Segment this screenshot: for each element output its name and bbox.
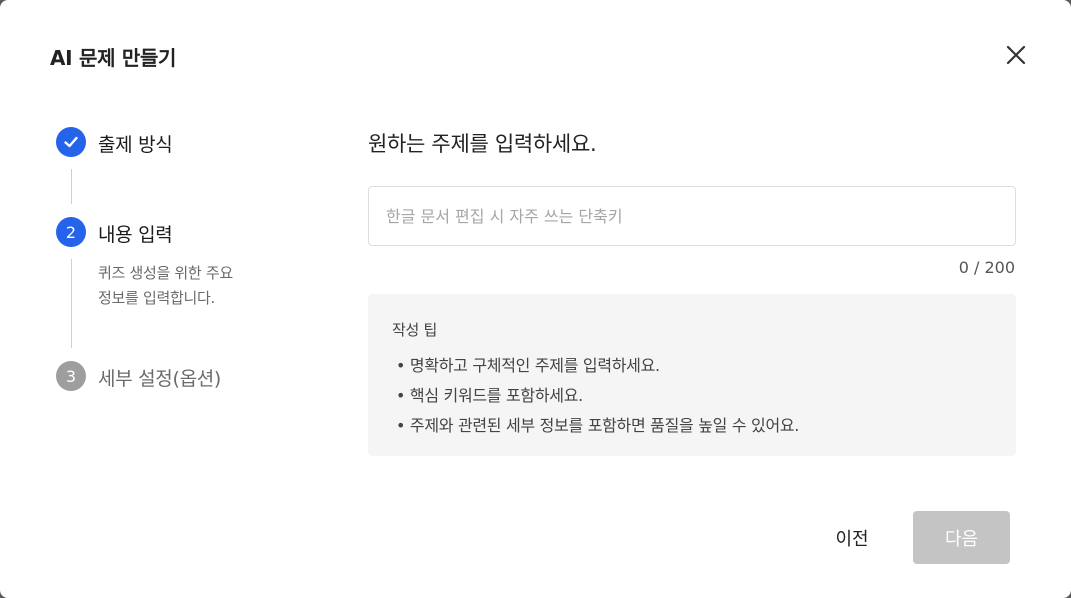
check-icon: [64, 136, 78, 148]
tips-title: 작성 팁: [392, 321, 437, 339]
next-button[interactable]: 다음: [913, 511, 1010, 564]
previous-button[interactable]: 이전: [818, 512, 886, 564]
step-3-label: 세부 설정(옵션): [98, 368, 222, 390]
tip-item: • 명확하고 구체적인 주제를 입력하세요.: [396, 356, 660, 375]
step-2-number-badge: 2: [56, 217, 86, 247]
close-button[interactable]: [1002, 41, 1030, 69]
tip-item: • 핵심 키워드를 포함하세요.: [396, 386, 583, 405]
writing-tips-box: 작성 팁 • 명확하고 구체적인 주제를 입력하세요. • 핵심 키워드를 포함…: [368, 294, 1016, 456]
step-3-number-badge: 3: [56, 361, 86, 391]
character-counter: 0 / 200: [958, 258, 1015, 277]
topic-prompt-heading: 원하는 주제를 입력하세요.: [368, 132, 597, 156]
tip-item: • 주제와 관련된 세부 정보를 포함하면 품질을 높일 수 있어요.: [396, 416, 800, 435]
step-2-label: 내용 입력: [98, 224, 173, 246]
step-2-description: 퀴즈 생성을 위한 주요 정보를 입력합니다.: [98, 261, 233, 311]
close-icon: [1006, 45, 1026, 65]
step-1-check-badge: [56, 127, 86, 157]
step-2-description-line-2: 정보를 입력합니다.: [98, 289, 215, 307]
step-1-label: 출제 방식: [98, 134, 173, 156]
modal-title: AI 문제 만들기: [50, 46, 177, 70]
step-2-description-line-1: 퀴즈 생성을 위한 주요: [98, 264, 233, 282]
topic-input[interactable]: [368, 186, 1016, 246]
ai-question-modal: AI 문제 만들기 출제 방식 2 내용 입력 퀴즈 생성을 위한 주요 정보를…: [0, 0, 1071, 598]
step-connector-1: [71, 169, 72, 204]
step-connector-2: [71, 259, 72, 348]
